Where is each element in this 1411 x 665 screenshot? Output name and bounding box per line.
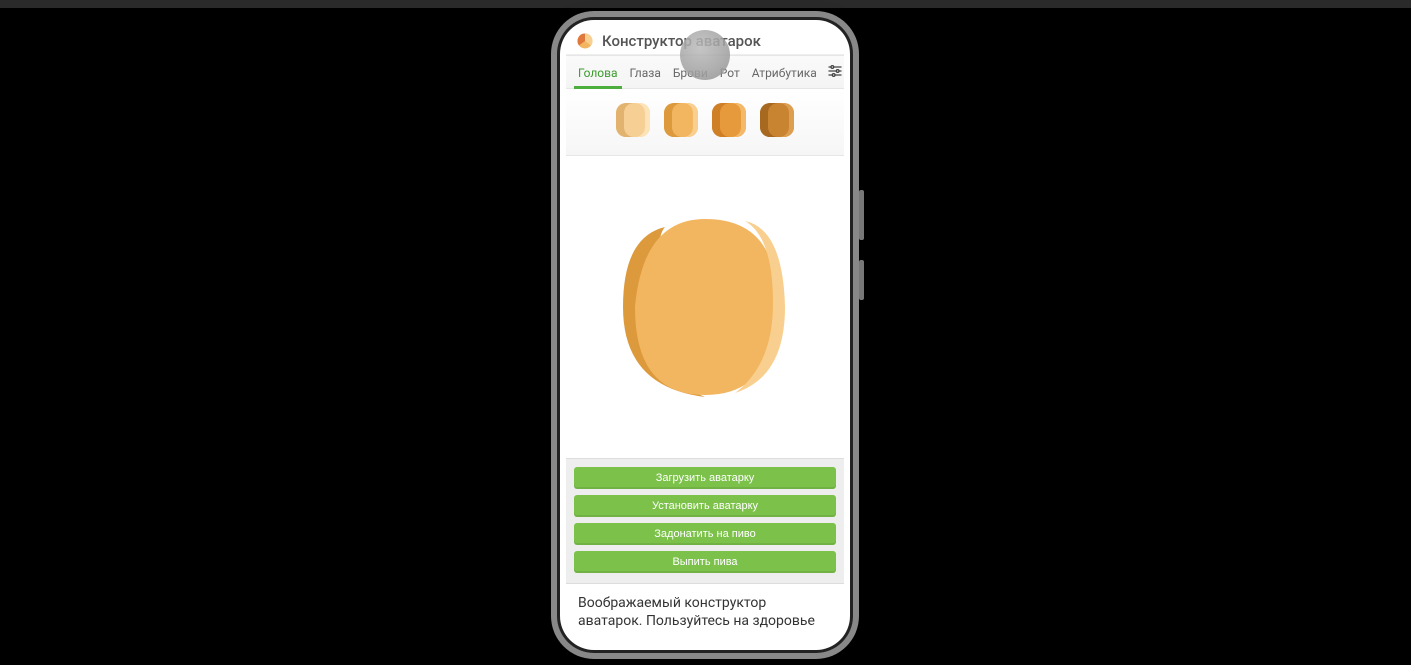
head-color-swatch-2[interactable] [664, 103, 698, 137]
donate-beer-button[interactable]: Задонатить на пиво [574, 523, 836, 545]
phone-camera-notch [680, 30, 730, 80]
phone-side-button [859, 190, 864, 240]
tab-eyes[interactable]: Глаза [624, 56, 667, 88]
head-color-swatch-1[interactable] [616, 103, 650, 137]
download-avatar-button[interactable]: Загрузить аватарку [574, 467, 836, 489]
swatch-row [566, 89, 844, 156]
set-avatar-button[interactable]: Установить аватарку [574, 495, 836, 517]
avatar-preview [566, 156, 844, 458]
head-color-swatch-4[interactable] [760, 103, 794, 137]
tab-attributes[interactable]: Атрибутика [746, 56, 823, 88]
phone-side-button [859, 260, 864, 300]
head-color-swatch-3[interactable] [712, 103, 746, 137]
phone-screen: Конструктор аватарок Голова Глаза Брови … [566, 26, 844, 644]
avatar-head-shape [605, 207, 805, 407]
tab-head[interactable]: Голова [572, 56, 624, 88]
sliders-icon[interactable] [823, 57, 844, 87]
drink-beer-button[interactable]: Выпить пива [574, 551, 836, 573]
window-top-bar [0, 0, 1411, 8]
button-panel: Загрузить аватарку Установить аватарку З… [566, 458, 844, 584]
footer-text: Воображаемый конструктор аватарок. Польз… [566, 584, 844, 644]
phone-frame: Конструктор аватарок Голова Глаза Брови … [560, 20, 850, 650]
app-logo-icon [576, 32, 594, 50]
